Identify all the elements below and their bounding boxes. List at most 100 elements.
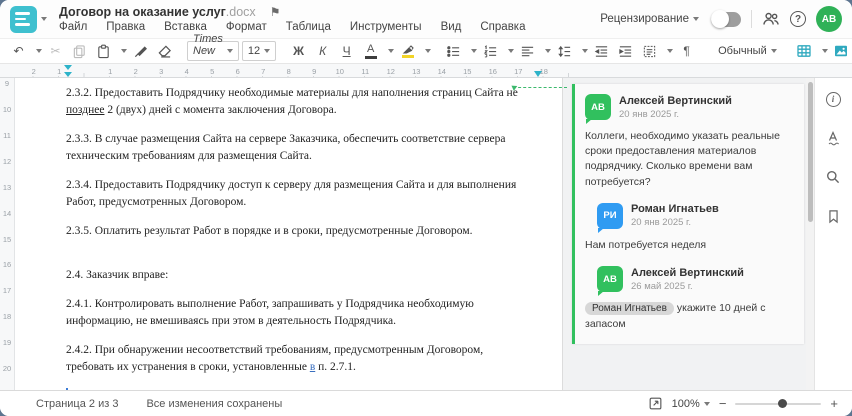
zoom-slider-handle[interactable] xyxy=(778,399,788,408)
paragraph-settings-button[interactable] xyxy=(639,41,660,62)
ruler-num: 11 xyxy=(352,66,378,76)
divider xyxy=(751,10,752,28)
comment-text: Нам потребуется неделя xyxy=(585,238,707,251)
paragraph: 2.3.3. В случае размещения Сайта на серв… xyxy=(66,133,506,162)
ruler-num: 17 xyxy=(505,66,531,76)
font-color-button[interactable]: А xyxy=(360,41,381,62)
document-page[interactable]: 2.3.2. Предоставить Подрядчику необходим… xyxy=(15,78,562,390)
numbered-list-caret-icon[interactable] xyxy=(508,49,515,53)
ruler-num: 1 xyxy=(97,66,123,76)
increase-indent-button[interactable] xyxy=(615,41,636,62)
ruler-num: 2 xyxy=(123,66,149,76)
undo-caret-icon[interactable] xyxy=(36,49,42,53)
font-name-select[interactable]: Times New ... xyxy=(187,33,239,69)
scrollbar[interactable] xyxy=(806,78,814,390)
bullet-list-caret-icon[interactable] xyxy=(471,49,478,53)
paste-button[interactable] xyxy=(93,41,114,62)
paste-caret-icon[interactable] xyxy=(121,49,127,53)
clear-style-button[interactable] xyxy=(154,41,175,62)
app-menu-caret-icon[interactable] xyxy=(41,17,47,21)
menu-table[interactable]: Таблица xyxy=(286,21,331,33)
bullet-list-button[interactable] xyxy=(443,41,464,62)
scrollbar-thumb[interactable] xyxy=(807,82,813,222)
zoom-out-button[interactable]: − xyxy=(719,397,727,410)
spellcheck-button[interactable] xyxy=(822,127,844,149)
italic-button[interactable]: К xyxy=(312,41,333,62)
menu-insert[interactable]: Вставка xyxy=(164,21,207,33)
review-toggle[interactable] xyxy=(711,10,741,28)
undo-button[interactable]: ↶ xyxy=(8,41,29,62)
first-line-indent-marker[interactable] xyxy=(64,65,72,70)
highlight-caret-icon[interactable] xyxy=(425,49,432,53)
font-size-select[interactable]: 12 xyxy=(241,41,277,61)
underline-button[interactable]: Ч xyxy=(336,41,357,62)
insert-table-caret-icon[interactable] xyxy=(821,49,828,53)
comment-reply-header: АВ Алексей Вертинский 26 май 2025 г. xyxy=(597,266,794,297)
comment-root-header: АВ Алексей Вертинский 20 янв 2025 г. xyxy=(585,94,794,124)
save-status: Все изменения сохранены xyxy=(146,397,283,410)
fit-width-button[interactable] xyxy=(648,396,663,411)
bookmark-button[interactable] xyxy=(822,205,844,227)
comment-connector-line xyxy=(513,87,567,88)
favorite-flag-icon[interactable]: ⚑ xyxy=(270,5,281,19)
paragraph: 2.4.2. При обнаружении несоответствий тр… xyxy=(66,344,484,373)
left-indent-marker[interactable] xyxy=(64,72,72,77)
comment-date: 20 янв 2025 г. xyxy=(619,108,680,120)
menu-edit[interactable]: Правка xyxy=(106,21,145,33)
align-button[interactable] xyxy=(517,41,538,62)
avatar: АВ xyxy=(585,94,611,124)
line-spacing-button[interactable] xyxy=(554,41,575,62)
document-info-button[interactable]: i xyxy=(822,88,844,110)
right-indent-marker[interactable] xyxy=(534,71,542,77)
comment-thread-card[interactable]: АВ Алексей Вертинский 20 янв 2025 г. Кол… xyxy=(572,84,804,344)
horizontal-ruler: 2 1 1 2 3 4 5 6 7 8 9 10 11 12 13 14 15 16 17 18 xyxy=(0,64,852,78)
insert-table-button[interactable] xyxy=(794,41,815,62)
decrease-indent-button[interactable] xyxy=(591,41,612,62)
paragraph: 2.4. Заказчик вправе: xyxy=(66,269,169,281)
align-caret-icon[interactable] xyxy=(545,49,552,53)
app-logo[interactable] xyxy=(10,5,37,33)
paragraph-style-select[interactable]: Обычный xyxy=(713,41,782,61)
paragraph-settings-caret-icon[interactable] xyxy=(667,49,674,53)
comment-text: Коллеги, необходимо указать реальные сро… xyxy=(585,130,780,188)
title-block: Договор на оказание услуг .docx ⚑ Файл П… xyxy=(59,5,526,33)
menu-tools[interactable]: Инструменты xyxy=(350,21,422,33)
menu-view[interactable]: Вид xyxy=(441,21,462,33)
help-icon[interactable]: ? xyxy=(790,11,806,27)
review-mode-dropdown[interactable]: Рецензирование xyxy=(600,13,699,25)
comment-date: 26 май 2025 г. xyxy=(631,280,693,292)
menu-format[interactable]: Формат xyxy=(226,21,267,33)
copy-button[interactable] xyxy=(69,41,90,62)
bold-button[interactable]: Ж xyxy=(288,41,309,62)
collaborators-icon[interactable] xyxy=(762,10,780,28)
zoom-value-dropdown[interactable]: 100% xyxy=(672,398,710,410)
cut-button[interactable]: ✂ xyxy=(45,41,66,62)
editor-window: Договор на оказание услуг .docx ⚑ Файл П… xyxy=(0,0,852,416)
ruler-num: 7 xyxy=(250,66,276,76)
user-avatar[interactable]: АВ xyxy=(816,6,842,32)
zoom-slider[interactable] xyxy=(735,399,822,408)
zoom-in-button[interactable]: + xyxy=(830,397,838,410)
page-indicator[interactable]: Страница 2 из 3 xyxy=(36,398,118,410)
document-title[interactable]: Договор на оказание услуг xyxy=(59,5,226,19)
comment-reply-header: РИ Роман Игнатьев 20 янв 2025 г. xyxy=(597,202,794,233)
insert-image-button[interactable] xyxy=(831,41,852,62)
ruler-num: 9 xyxy=(301,66,327,76)
document-area: 2.3.2. Предоставить Подрядчику необходим… xyxy=(15,78,563,390)
mention-pill[interactable]: Роман Игнатьев xyxy=(585,302,674,316)
nonprinting-chars-button[interactable]: ¶ xyxy=(676,41,697,62)
search-button[interactable] xyxy=(822,166,844,188)
numbered-list-button[interactable] xyxy=(480,41,501,62)
menu-file[interactable]: Файл xyxy=(59,21,87,33)
line-spacing-caret-icon[interactable] xyxy=(582,49,589,53)
format-painter-button[interactable] xyxy=(130,41,151,62)
font-color-caret-icon[interactable] xyxy=(388,49,395,53)
format-toolbar: ↶ ✂ Times New ... 12 Ж К Ч А ¶ Обычный xyxy=(0,33,852,69)
comment-author: Роман Игнатьев xyxy=(631,203,719,216)
ruler-num: 12 xyxy=(378,66,404,76)
highlight-color-button[interactable] xyxy=(397,41,418,62)
comment-anchor-text[interactable]: позднее xyxy=(66,104,104,116)
menu-help[interactable]: Справка xyxy=(480,21,525,33)
comment-author: Алексей Вертинский xyxy=(619,94,732,107)
paragraph: 2.3.2. Предоставить Подрядчику необходим… xyxy=(66,87,518,116)
